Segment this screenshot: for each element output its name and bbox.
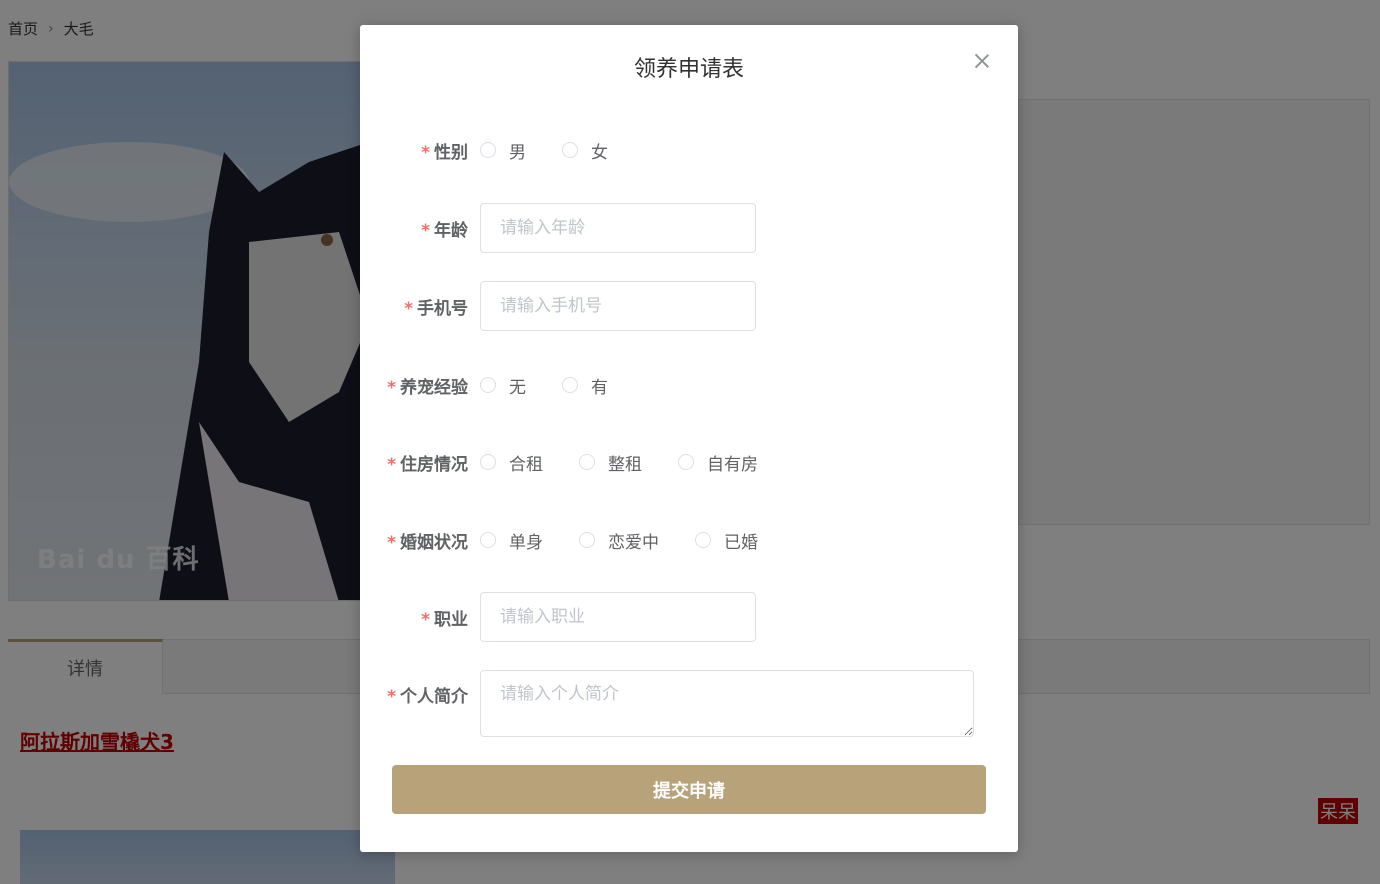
radio-circle-icon[interactable] [480,454,496,470]
occupation-input[interactable] [480,592,756,642]
marital-radio-single[interactable]: 单身 [480,528,543,553]
pet-experience-radio-none[interactable]: 无 [480,373,526,398]
required-mark: * [421,142,430,163]
close-icon[interactable] [972,51,992,71]
submit-button[interactable]: 提交申请 [392,765,986,814]
occupation-row: * 职业 [360,592,1018,642]
gender-radio-male[interactable]: 男 [480,138,526,163]
intro-textarea[interactable] [480,670,974,737]
phone-input[interactable] [480,281,756,331]
marital-row: * 婚姻状况 单身 恋爱中 已婚 [360,528,1018,553]
intro-label: * 个人简介 [387,687,468,707]
dialog-title: 领养申请表 [633,57,744,82]
occupation-label: * 职业 [421,609,468,630]
housing-radio-shared[interactable]: 合租 [480,450,543,475]
radio-circle-icon[interactable] [579,532,595,548]
housing-radio-whole[interactable]: 整租 [579,450,642,475]
radio-circle-icon[interactable] [678,454,694,470]
gender-label: * 性别 [421,142,468,163]
gender-row: * 性别 男 女 [360,138,1018,163]
phone-label: * 手机号 [404,298,468,319]
age-row: * 年龄 [360,203,1018,253]
radio-circle-icon[interactable] [579,454,595,470]
phone-row: * 手机号 [360,281,1018,331]
gender-radio-female[interactable]: 女 [562,138,608,163]
age-input[interactable] [480,203,756,253]
housing-radio-own[interactable]: 自有房 [678,450,758,475]
marital-radio-married[interactable]: 已婚 [695,528,758,553]
marital-radio-dating[interactable]: 恋爱中 [579,528,659,553]
radio-circle-icon[interactable] [480,532,496,548]
marital-label: * 婚姻状况 [387,532,468,553]
adoption-form-dialog: 领养申请表 *性别 男 女 *年龄 *手机号 *养宠经验 无 有 *住房情况 合… [360,25,1018,852]
pet-experience-radio-yes[interactable]: 有 [562,373,608,398]
radio-circle-icon[interactable] [695,532,711,548]
intro-row: * 个人简介 [360,670,1018,737]
housing-label: * 住房情况 [387,454,468,475]
radio-circle-icon[interactable] [480,377,496,393]
age-label: * 年龄 [421,220,468,241]
housing-row: * 住房情况 合租 整租 自有房 [360,450,1018,475]
pet-experience-row: * 养宠经验 无 有 [360,373,1018,398]
radio-circle-icon[interactable] [562,142,578,158]
radio-circle-icon[interactable] [480,142,496,158]
radio-circle-icon[interactable] [562,377,578,393]
pet-experience-label: * 养宠经验 [387,377,468,398]
